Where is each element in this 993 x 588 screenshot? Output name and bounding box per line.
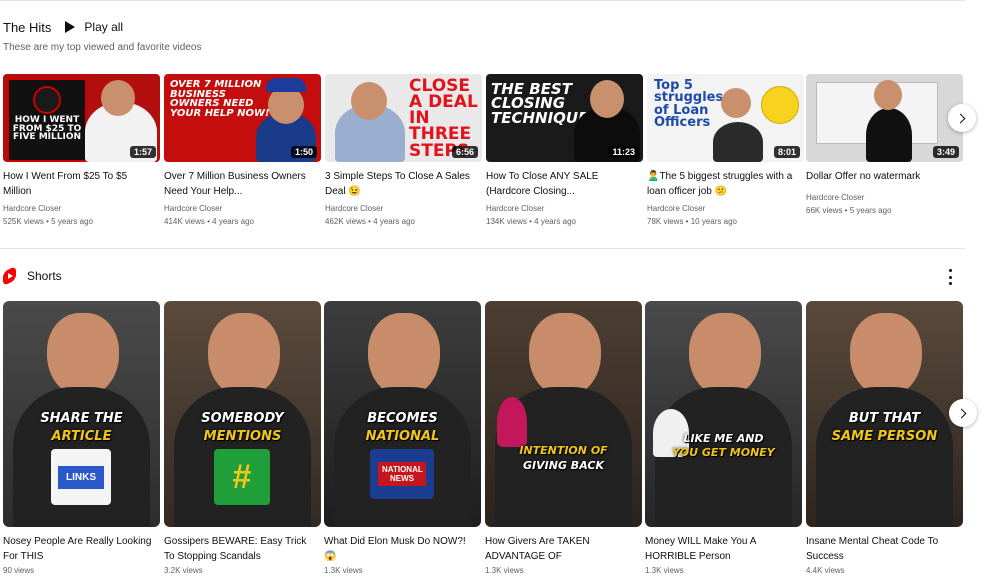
video-thumbnail[interactable]: OVER 7 MILLION BUSINESS OWNERS NEED YOUR…	[164, 74, 321, 162]
short-title[interactable]: Money WILL Make You A HORRIBLE Person	[645, 534, 795, 564]
short-caption-top: BECOMES	[367, 411, 438, 426]
video-meta: 134K views • 4 years ago	[486, 217, 576, 226]
channel-name[interactable]: Hardcore Closer	[325, 203, 482, 215]
duration-badge: 11:23	[608, 146, 639, 158]
short-caption-top: SOMEBODY	[201, 411, 284, 426]
short-thumbnail[interactable]: SHARE THE ARTICLE LINKS	[3, 301, 160, 527]
short-caption-bottom: SAME PERSON	[831, 429, 938, 444]
short-thumbnail[interactable]: LIKE ME AND YOU GET MONEY	[645, 301, 802, 527]
video-title[interactable]: Over 7 Million Business Owners Need Your…	[164, 169, 314, 199]
worried-emoji-icon	[761, 86, 799, 124]
short-card[interactable]: INTENTION OF GIVING BACK How Givers Are …	[485, 301, 642, 575]
video-title[interactable]: 🙎‍♂️The 5 biggest struggles with a loan …	[647, 169, 797, 199]
short-caption-top: LIKE ME AND	[683, 432, 764, 445]
video-thumbnail[interactable]: CLOSE A DEAL IN THREE STEPS 6:56	[325, 74, 482, 162]
short-title[interactable]: Nosey People Are Really Looking For THIS	[3, 534, 153, 564]
thumbnail-text: THE BEST CLOSING TECHNIQUES	[491, 80, 600, 127]
video-thumbnail[interactable]: HOW I WENT FROM $25 TO FIVE MILLION 1:57	[3, 74, 160, 162]
video-card[interactable]: OVER 7 MILLION BUSINESS OWNERS NEED YOUR…	[164, 74, 321, 228]
channel-name[interactable]: Hardcore Closer	[486, 203, 643, 215]
short-views: 4.4K views	[806, 566, 845, 575]
short-views: 1.3K views	[645, 566, 684, 575]
video-card[interactable]: CLOSE A DEAL IN THREE STEPS 6:56 3 Simpl…	[325, 74, 482, 228]
short-views: 1.3K views	[324, 566, 363, 575]
thumbnail-text: HOW I WENT FROM $25 TO FIVE MILLION	[12, 115, 82, 143]
video-meta: 66K views • 5 years ago	[806, 206, 892, 215]
cap-icon	[266, 78, 306, 92]
inset-person	[497, 397, 527, 447]
short-title[interactable]: What Did Elon Musk Do NOW?! 😱	[324, 534, 474, 564]
short-thumbnail[interactable]: BUT THAT SAME PERSON	[806, 301, 963, 527]
short-card[interactable]: SOMEBODY MENTIONS # Gossipers BEWARE: Ea…	[164, 301, 321, 575]
chevron-right-icon	[955, 113, 966, 123]
thumbnail-text: OVER 7 MILLION BUSINESS OWNERS NEED YOUR…	[170, 79, 270, 119]
short-views: 90 views	[3, 566, 35, 575]
section-divider	[0, 248, 965, 249]
channel-name[interactable]: Hardcore Closer	[3, 203, 160, 215]
video-meta: 462K views • 4 years ago	[325, 217, 415, 226]
short-card[interactable]: BECOMES NATIONAL NATIONAL NEWS What Did …	[324, 301, 481, 575]
shorts-title[interactable]: Shorts	[27, 269, 62, 283]
video-title[interactable]: 3 Simple Steps To Close A Sales Deal 😉	[325, 169, 475, 199]
video-card[interactable]: HOW I WENT FROM $25 TO FIVE MILLION 1:57…	[3, 74, 160, 228]
more-options-icon[interactable]	[945, 269, 955, 285]
video-title[interactable]: How I Went From $25 To $5 Million	[3, 169, 153, 199]
short-caption-bottom: MENTIONS	[203, 429, 282, 444]
video-card[interactable]: 3:49 Dollar Offer no watermark Hardcore …	[806, 74, 963, 217]
duration-badge: 6:56	[451, 146, 478, 158]
play-all-label: Play all	[84, 20, 124, 34]
play-all-button[interactable]: Play all	[65, 20, 123, 34]
section-description: These are my top viewed and favorite vid…	[3, 42, 202, 53]
video-card[interactable]: Top 5 struggles of Loan Officers 8:01 🙎‍…	[647, 74, 804, 228]
puzzle-icon: LINKS	[51, 449, 111, 505]
top-divider	[0, 0, 965, 1]
section-header: The Hits Play all	[3, 16, 123, 38]
section-title[interactable]: The Hits	[3, 20, 51, 35]
video-card[interactable]: THE BEST CLOSING TECHNIQUES 11:23 How To…	[486, 74, 643, 228]
logo-icon	[33, 86, 61, 114]
thumbnail-text: Top 5 struggles of Loan Officers	[654, 78, 724, 131]
channel-name[interactable]: Hardcore Closer	[806, 192, 963, 204]
duration-badge: 1:50	[290, 146, 317, 158]
short-caption-bottom: YOU GET MONEY	[672, 446, 775, 459]
short-caption-bottom: ARTICLE	[51, 429, 112, 444]
chevron-right-icon	[956, 408, 967, 418]
short-caption-top: SHARE THE	[40, 411, 123, 426]
short-card[interactable]: LIKE ME AND YOU GET MONEY Money WILL Mak…	[645, 301, 802, 575]
hashtag-icon: #	[214, 449, 270, 505]
short-thumbnail[interactable]: SOMEBODY MENTIONS #	[164, 301, 321, 527]
duration-badge: 1:57	[129, 146, 156, 158]
short-title[interactable]: Insane Mental Cheat Code To Success	[806, 534, 956, 564]
short-card[interactable]: BUT THAT SAME PERSON Insane Mental Cheat…	[806, 301, 963, 575]
next-arrow-button[interactable]	[948, 104, 976, 132]
shorts-logo-icon	[3, 265, 17, 287]
video-thumbnail[interactable]: Top 5 struggles of Loan Officers 8:01	[647, 74, 804, 162]
video-title[interactable]: How To Close ANY SALE (Hardcore Closing.…	[486, 169, 636, 199]
video-meta: 525K views • 5 years ago	[3, 217, 93, 226]
video-meta: 414K views • 4 years ago	[164, 217, 254, 226]
short-caption-bottom: NATIONAL	[365, 429, 440, 444]
short-title[interactable]: Gossipers BEWARE: Easy Trick To Stopping…	[164, 534, 314, 564]
short-caption-top: BUT THAT	[848, 411, 921, 426]
short-thumbnail[interactable]: INTENTION OF GIVING BACK	[485, 301, 642, 527]
news-icon: NATIONAL NEWS	[370, 449, 434, 499]
short-thumbnail[interactable]: BECOMES NATIONAL NATIONAL NEWS	[324, 301, 481, 527]
shorts-next-arrow-button[interactable]	[949, 399, 977, 427]
video-thumbnail[interactable]: THE BEST CLOSING TECHNIQUES 11:23	[486, 74, 643, 162]
video-meta: 78K views • 10 years ago	[647, 217, 737, 226]
duration-badge: 8:01	[773, 146, 800, 158]
short-caption-bottom: GIVING BACK	[523, 459, 604, 472]
channel-name[interactable]: Hardcore Closer	[164, 203, 321, 215]
shorts-header: Shorts	[3, 265, 62, 287]
duration-badge: 3:49	[932, 146, 959, 158]
video-thumbnail[interactable]: 3:49	[806, 74, 963, 162]
short-title[interactable]: How Givers Are TAKEN ADVANTAGE OF	[485, 534, 635, 564]
short-caption-top: INTENTION OF	[519, 444, 608, 457]
short-card[interactable]: SHARE THE ARTICLE LINKS Nosey People Are…	[3, 301, 160, 575]
short-views: 1.3K views	[485, 566, 524, 575]
short-views: 3.2K views	[164, 566, 203, 575]
channel-name[interactable]: Hardcore Closer	[647, 203, 804, 215]
play-icon	[65, 21, 76, 33]
